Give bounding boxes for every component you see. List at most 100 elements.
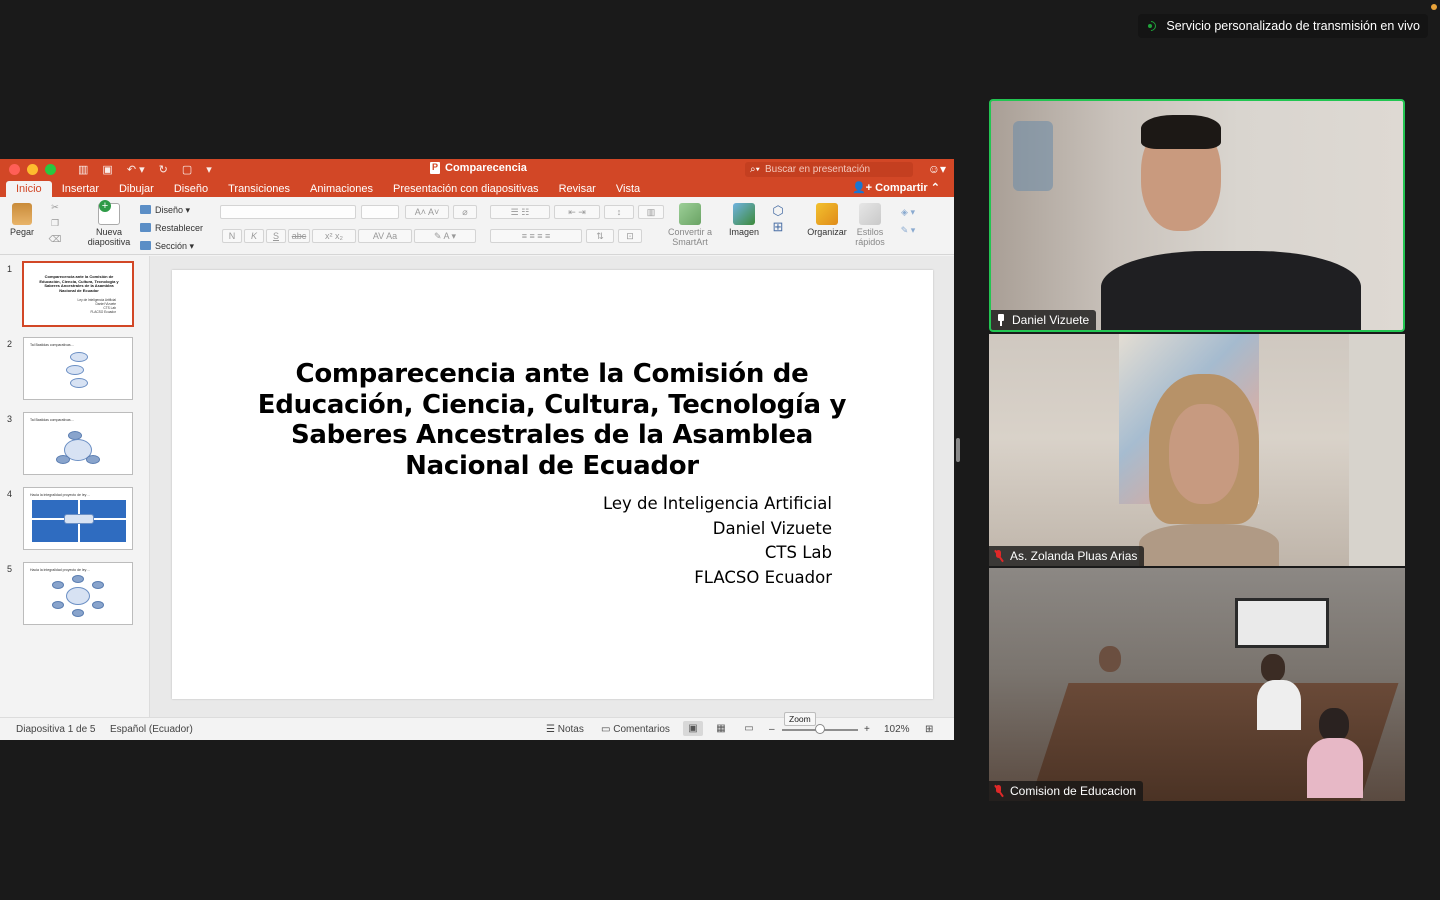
maximize-window-button[interactable] xyxy=(45,164,56,175)
slideshow-view-button[interactable]: ▭ xyxy=(739,721,759,736)
share-resize-handle[interactable] xyxy=(956,438,960,462)
fit-to-window-icon[interactable]: ⊞ xyxy=(925,724,933,735)
zoom-in-button[interactable]: + xyxy=(864,724,870,735)
fill-icon[interactable]: ◈ ▾ xyxy=(894,203,922,221)
tab-presentacion[interactable]: Presentación con diapositivas xyxy=(383,183,549,197)
indent-buttons[interactable]: ⇤ ⇥ xyxy=(554,205,600,219)
superscript-subscript-buttons[interactable]: x² x₂ xyxy=(312,229,356,243)
italic-button[interactable]: K xyxy=(244,229,264,243)
zoom-slider-handle[interactable] xyxy=(815,724,825,734)
font-family-select[interactable] xyxy=(220,205,356,219)
diagram-node xyxy=(86,455,100,464)
tab-insertar[interactable]: Insertar xyxy=(52,183,109,197)
video-tile-zolanda-pluas-arias[interactable]: As. Zolanda Pluas Arias xyxy=(989,334,1405,566)
convert-smartart-label: Convertir a SmartArt xyxy=(667,227,712,247)
zoom-out-button[interactable]: – xyxy=(769,724,775,735)
paste-button[interactable]: Pegar xyxy=(6,203,38,237)
diagram-node xyxy=(52,581,64,589)
thumbnail-number: 3 xyxy=(7,414,13,424)
ribbon-home: Pegar ✂ ❐ ⌫ Nueva diapositiva Diseño ▾ R… xyxy=(0,197,954,255)
new-doc-icon[interactable]: ▢ xyxy=(182,163,192,176)
document-title: Comparecencia xyxy=(430,162,527,174)
normal-view-button[interactable]: ▣ xyxy=(683,721,703,736)
convert-smartart-button[interactable]: Convertir a SmartArt xyxy=(666,203,714,247)
shapes-button[interactable]: ⬡ ⊞ xyxy=(767,203,789,235)
slide-thumbnail-3[interactable]: 3 Tal Bastidas comparativas… xyxy=(0,412,150,476)
current-slide[interactable]: Comparecencia ante la Comisión de Educac… xyxy=(172,270,933,699)
font-size-select[interactable] xyxy=(361,205,399,219)
copy-icon[interactable]: ❐ xyxy=(48,215,62,231)
slide-thumbnail-5[interactable]: 5 Hacia la integralidad proyecto de ley… xyxy=(0,562,150,626)
search-presentation-input[interactable]: ⌕▾ Buscar en presentación xyxy=(745,162,913,177)
arrange-button[interactable]: Organizar xyxy=(806,203,848,237)
feedback-smiley-icon[interactable]: ☺▾ xyxy=(928,162,946,176)
redo-icon[interactable]: ↻ xyxy=(159,163,168,176)
tab-vista[interactable]: Vista xyxy=(606,183,650,197)
new-slide-button[interactable]: Nueva diapositiva xyxy=(86,200,132,247)
quick-styles-button[interactable]: Estilos rápidos xyxy=(852,203,888,247)
reset-button[interactable]: Restablecer xyxy=(140,219,203,237)
participant-figure xyxy=(1257,680,1301,730)
video-tile-daniel-vizuete[interactable]: Daniel Vizuete xyxy=(989,99,1405,332)
section-button[interactable]: Sección ▾ xyxy=(140,237,203,255)
share-button[interactable]: 👤+ Compartir ⌃ xyxy=(852,181,940,194)
diagram-node xyxy=(56,455,70,464)
tab-revisar[interactable]: Revisar xyxy=(549,183,606,197)
outline-icon[interactable]: ✎ ▾ xyxy=(894,221,922,239)
italic-label: K xyxy=(250,231,257,241)
slide-subtitle[interactable]: Ley de Inteligencia Artificial Daniel Vi… xyxy=(603,492,832,591)
customize-toolbar-icon[interactable]: ▾ xyxy=(206,163,212,176)
format-painter-icon[interactable]: ⌫ xyxy=(48,231,62,247)
bold-button[interactable]: N xyxy=(222,229,242,243)
notes-button[interactable]: ☰ Notas xyxy=(546,724,584,735)
spacing-case-buttons[interactable]: AV Aa xyxy=(358,229,412,243)
slide-counter: Diapositiva 1 de 5 xyxy=(16,724,96,735)
language-indicator[interactable]: Español (Ecuador) xyxy=(110,724,193,735)
save-icon[interactable]: ▣ xyxy=(102,163,112,176)
tab-inicio[interactable]: Inicio xyxy=(6,181,52,197)
font-size-buttons[interactable]: A˄ A˅ xyxy=(405,205,449,219)
minimize-window-button[interactable] xyxy=(27,164,38,175)
slide-thumbnail-4[interactable]: 4 Hacia la integralidad proyecto de ley… xyxy=(0,487,150,551)
live-stream-banner[interactable]: Servicio personalizado de transmisión en… xyxy=(1138,14,1428,38)
comments-button[interactable]: ▭ Comentarios xyxy=(601,724,670,735)
line-spacing-button[interactable]: ↕ xyxy=(604,205,634,219)
participant-name-tag: Daniel Vizuete xyxy=(991,310,1097,330)
slide-editor[interactable]: Comparecencia ante la Comisión de Educac… xyxy=(150,256,954,717)
close-window-button[interactable] xyxy=(9,164,20,175)
video-tile-comision-educacion[interactable]: Comision de Educacion xyxy=(989,568,1405,801)
insert-image-button[interactable]: Imagen xyxy=(726,203,762,237)
slide-title[interactable]: Comparecencia ante la Comisión de Educac… xyxy=(232,359,872,481)
window-controls xyxy=(9,164,56,175)
columns-button[interactable]: ▥ xyxy=(638,205,664,219)
highlight-color-buttons[interactable]: ✎ A ▾ xyxy=(414,229,476,243)
tab-diseno[interactable]: Diseño xyxy=(164,183,218,197)
sorter-view-button[interactable]: ▦ xyxy=(711,721,731,736)
cut-icon[interactable]: ✂ xyxy=(48,199,62,215)
diagram-node xyxy=(66,365,84,375)
underline-button[interactable]: S xyxy=(266,229,286,243)
thumbnail-number: 5 xyxy=(7,564,13,574)
tab-transiciones[interactable]: Transiciones xyxy=(218,183,300,197)
alignment-buttons[interactable]: ≡ ≡ ≡ ≡ xyxy=(490,229,582,243)
sidebar-toggle-icon[interactable]: ▥ xyxy=(78,163,88,176)
comments-icon: ▭ xyxy=(601,724,611,735)
clear-format-icon[interactable]: ⌀ xyxy=(453,205,477,219)
powerpoint-window: ▥ ▣ ↶ ▾ ↻ ▢ ▾ Comparecencia ⌕▾ Buscar en… xyxy=(0,159,954,740)
text-direction-button[interactable]: ⇅ xyxy=(586,229,614,243)
zoom-level[interactable]: 102% xyxy=(884,724,910,735)
undo-icon[interactable]: ↶ ▾ xyxy=(127,163,145,176)
slide-thumbnail-2[interactable]: 2 Tal Bastidas comparativas… xyxy=(0,337,150,401)
shapes-icon: ⬡ xyxy=(772,203,784,218)
layout-button[interactable]: Diseño ▾ xyxy=(140,201,203,219)
tab-animaciones[interactable]: Animaciones xyxy=(300,183,383,197)
participant-name: Daniel Vizuete xyxy=(1012,313,1090,327)
subtitle-line: Ley de Inteligencia Artificial xyxy=(602,494,832,513)
tab-dibujar[interactable]: Dibujar xyxy=(109,183,164,197)
strikethrough-button[interactable]: abc xyxy=(288,229,310,243)
subtitle-line: FLACSO Ecuador xyxy=(694,568,832,588)
list-buttons[interactable]: ☰ ☷ xyxy=(490,205,550,219)
slide-thumbnail-1[interactable]: 1 Comparecencia ante la Comisión de Educ… xyxy=(0,261,150,327)
align-text-button[interactable]: ⊡ xyxy=(618,229,642,243)
participant-figure xyxy=(1101,251,1361,330)
